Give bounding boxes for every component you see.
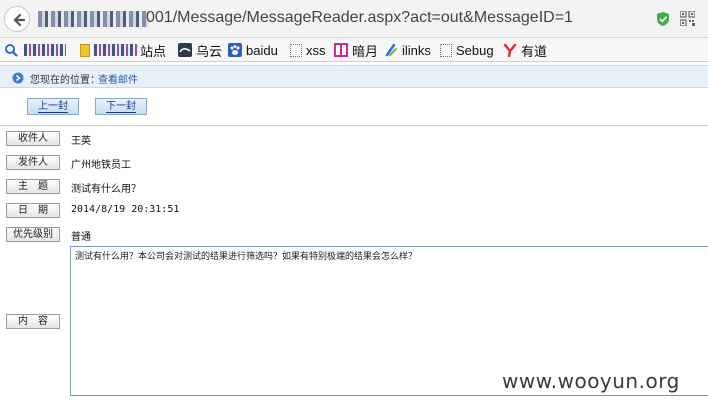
- redacted-label: [24, 44, 66, 56]
- date-label: 日 期: [6, 203, 60, 218]
- anyue-icon: [334, 43, 348, 57]
- message-nav: 上一封 下一封: [0, 88, 708, 126]
- url-host-redacted: [38, 11, 148, 27]
- bookmark-redacted-1[interactable]: [24, 41, 66, 59]
- youdao-icon: [503, 43, 517, 57]
- redacted-label: [94, 44, 138, 56]
- recipient-value: 王英: [71, 136, 91, 147]
- shield-check-icon[interactable]: [656, 11, 670, 27]
- bookmark-baidu[interactable]: baidu: [228, 41, 278, 59]
- recipient-label: 收件人: [6, 131, 60, 146]
- next-message-label: 下一封: [106, 101, 136, 113]
- folder-icon: [80, 43, 90, 57]
- subject-label: 主 题: [6, 179, 60, 194]
- search-icon: [5, 44, 18, 57]
- bookmark-wooyun[interactable]: 乌云: [178, 41, 222, 59]
- sender-value: 广州地铁员工: [71, 160, 131, 171]
- priority-value: 普通: [71, 232, 91, 243]
- prev-message-button[interactable]: 上一封: [27, 98, 79, 115]
- subject-value: 测试有什么用？: [71, 184, 141, 195]
- bookmark-youdao[interactable]: 有道: [503, 41, 547, 59]
- arrow-left-icon: [13, 13, 26, 27]
- bookmark-search[interactable]: [4, 41, 18, 59]
- sender-label: 发件人: [6, 155, 60, 170]
- bookmark-anyue[interactable]: 暗月: [334, 41, 378, 59]
- bookmarks-bar: 站点 乌云 baidu xss 暗月 ilinks Sebug 有道: [0, 38, 708, 62]
- breadcrumb-current-link[interactable]: 查看邮件: [98, 71, 138, 86]
- browser-address-bar: 001/Message/MessageReader.aspx?act=out&M…: [0, 0, 708, 38]
- back-button[interactable]: [4, 6, 30, 32]
- bookmark-zhandian[interactable]: 站点: [80, 41, 166, 59]
- wooyun-icon: [178, 43, 192, 57]
- date-value: 2014/8/19 20:31:51: [71, 204, 180, 215]
- prev-message-label: 上一封: [38, 101, 68, 113]
- bookmark-label: 有道: [521, 43, 548, 59]
- next-message-button[interactable]: 下一封: [95, 98, 147, 115]
- baidu-paw-icon: [228, 43, 242, 57]
- bookmark-label: 乌云: [196, 43, 223, 59]
- watermark: www.wooyun.org: [502, 369, 680, 393]
- content-label: 内 容: [6, 314, 60, 329]
- message-body-text: 测试有什么用？本公司会对测试的结果进行筛选吗？如果有特别极端的结果会怎么样？: [75, 252, 418, 262]
- bookmark-sebug[interactable]: Sebug: [440, 41, 494, 59]
- blank-page-icon: [290, 43, 302, 57]
- blank-page-icon: [440, 43, 452, 57]
- bookmark-ilinks[interactable]: ilinks: [384, 41, 431, 59]
- qr-code-icon[interactable]: [680, 11, 695, 26]
- arrow-circle-icon: [12, 72, 24, 84]
- url-field[interactable]: 001/Message/MessageReader.aspx?act=out&M…: [146, 9, 573, 27]
- breadcrumb-label: 您现在的位置：: [30, 75, 100, 86]
- bookmark-label: 暗月: [352, 43, 379, 59]
- breadcrumb: 您现在的位置： 查看邮件: [0, 65, 708, 88]
- priority-label: 优先级别: [6, 227, 60, 242]
- bookmark-label: baidu: [246, 42, 278, 58]
- bookmark-label: xss: [306, 42, 326, 58]
- ilinks-icon: [385, 43, 397, 57]
- bookmark-label: Sebug: [456, 42, 494, 58]
- bookmark-label: 站点: [140, 43, 167, 59]
- bookmark-xss[interactable]: xss: [290, 41, 326, 59]
- bookmark-label: ilinks: [402, 42, 431, 58]
